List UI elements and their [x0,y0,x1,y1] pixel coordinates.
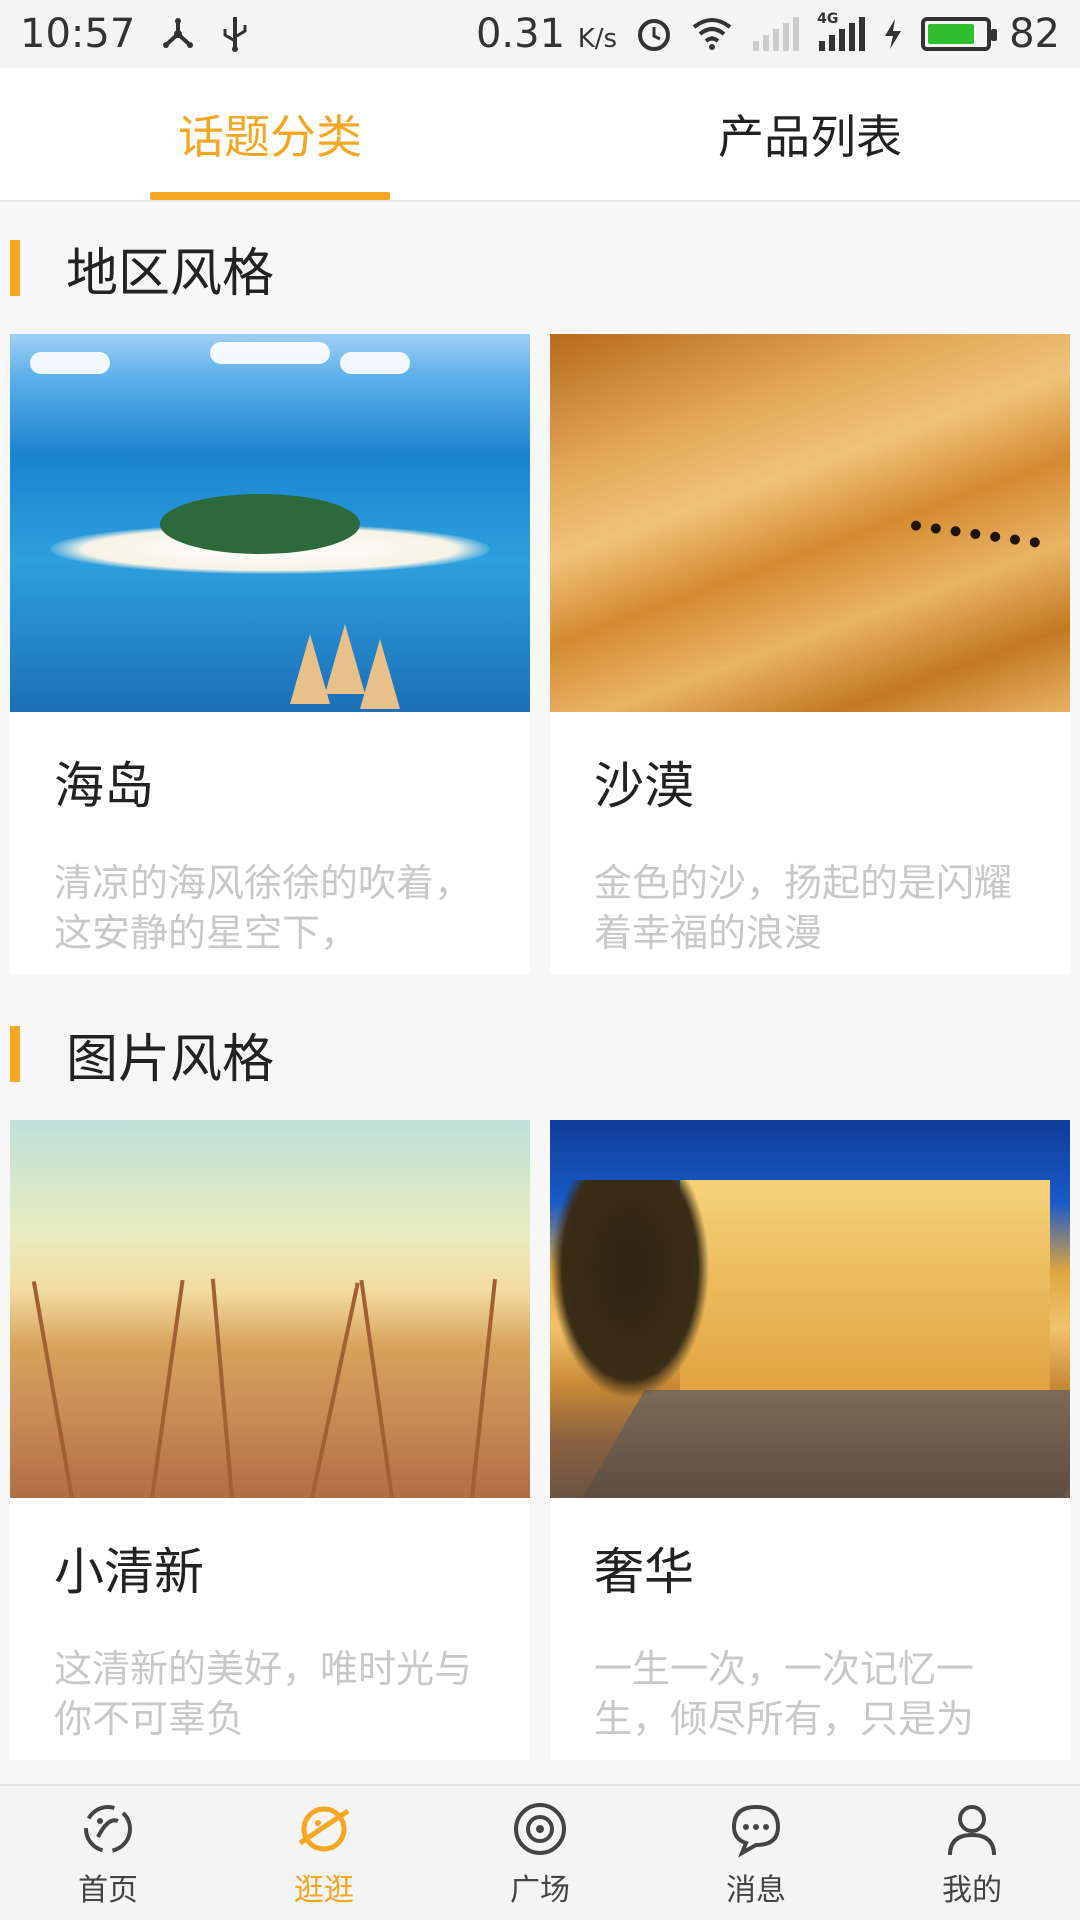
card-description: 金色的沙，扬起的是闪耀着幸福的浪漫 [594,861,1013,955]
card-desert[interactable]: 沙漠 金色的沙，扬起的是闪耀着幸福的浪漫 [550,334,1070,974]
card-description: 一生一次，一次记忆一生，倾尽所有，只是为 [594,1647,975,1741]
palace-image [550,1120,1070,1498]
signal-empty-icon [751,17,800,51]
home-icon [84,1805,132,1853]
card-title: 奢华 [594,1543,694,1601]
alarm-icon [635,15,673,53]
desert-image [550,334,1070,712]
share-icon [161,17,195,51]
network-speed: 0.31 K/s [475,11,618,57]
section-header: 地区风格 [0,202,1080,334]
planet-icon [298,1806,350,1852]
profile-icon [948,1805,996,1856]
section-accent-bar [10,1026,20,1082]
tab-indicator [150,192,390,200]
section-header: 图片风格 [0,988,1080,1120]
nav-browse[interactable]: 逛逛 [216,1786,432,1920]
signal-4g-icon: 4G [817,11,866,51]
battery-percent: 82 [1009,11,1060,57]
section-title: 地区风格 [66,243,275,304]
nav-square[interactable]: 广场 [432,1786,648,1920]
section-title: 图片风格 [66,1029,275,1090]
tab-topic-category[interactable]: 话题分类 [0,68,540,200]
tab-product-list[interactable]: 产品列表 [540,68,1080,200]
island-image [10,334,530,712]
card-fresh[interactable]: 小清新 这清新的美好，唯时光与你不可辜负 [10,1120,530,1760]
nav-messages[interactable]: 消息 [648,1786,864,1920]
charging-icon [883,17,903,51]
section-accent-bar [10,240,20,296]
nav-profile[interactable]: 我的 [864,1786,1080,1920]
chat-icon [731,1804,781,1858]
battery-icon [921,17,998,51]
card-title: 海岛 [54,757,154,815]
card-title: 沙漠 [594,757,694,815]
nav-home[interactable]: 首页 [0,1786,216,1920]
card-island[interactable]: 海岛 清凉的海风徐徐的吹着，这安静的星空下， [10,334,530,974]
status-bar: 10:57 0.31 K/s 4G 82 [0,0,1080,68]
target-icon [514,1803,566,1855]
content-scroll[interactable]: 地区风格 海岛 清凉的海风徐徐的吹着，这安静的星空下， 沙漠 金色的沙，扬起的是… [0,202,1080,1784]
card-luxury[interactable]: 奢华 一生一次，一次记忆一生，倾尽所有，只是为 [550,1120,1070,1760]
top-tabs: 话题分类 产品列表 [0,68,1080,202]
wifi-icon [691,17,733,51]
card-description: 清凉的海风徐徐的吹着，这安静的星空下， [54,861,473,955]
wheat-image [10,1120,530,1498]
bottom-nav: 首页 逛逛 广场 消息 我的 [0,1784,1080,1920]
card-title: 小清新 [54,1543,204,1601]
usb-icon [221,15,249,53]
status-time: 10:57 [20,11,136,57]
card-description: 这清新的美好，唯时光与你不可辜负 [54,1647,473,1741]
